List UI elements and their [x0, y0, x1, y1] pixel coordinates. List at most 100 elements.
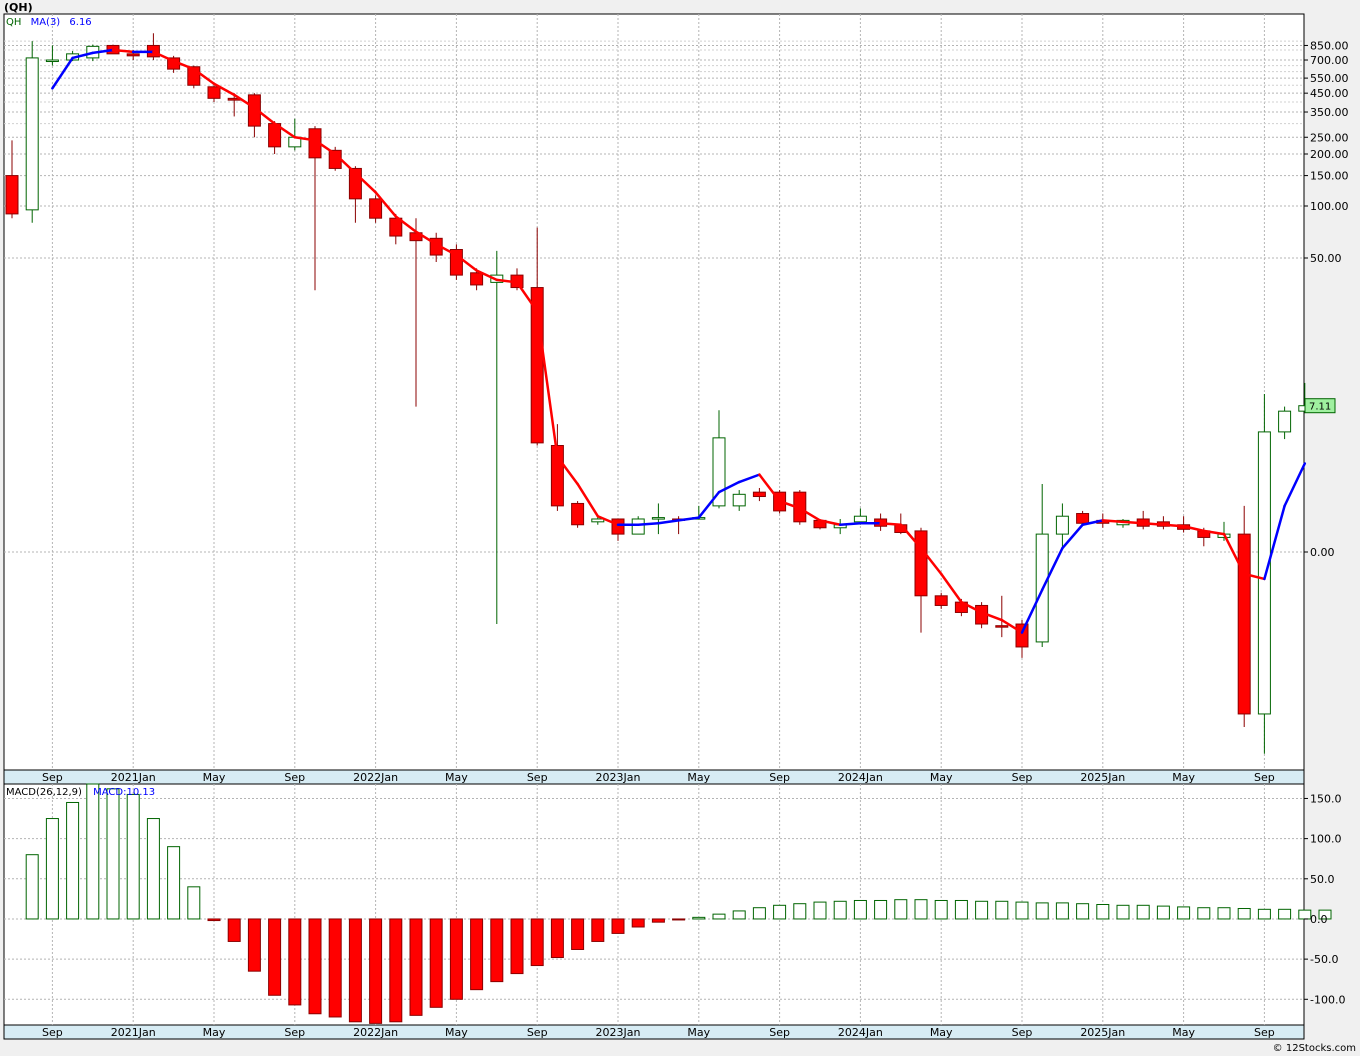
candle-down — [1237, 533, 1251, 715]
macd-bar-negative — [550, 918, 564, 959]
macd-bar-positive — [732, 910, 746, 920]
macd-bar-positive — [1055, 902, 1069, 920]
price-tick-label: 850.00 — [1310, 39, 1349, 52]
macd-bar-negative — [268, 918, 282, 996]
macd-bar-positive — [1298, 909, 1312, 920]
macd-bar-negative — [651, 918, 665, 923]
macd-bar-positive — [45, 818, 59, 920]
price-plot-background — [3, 13, 1305, 771]
x-tick-label-bottom: 2021Jan — [111, 1026, 156, 1039]
macd-bar-positive — [773, 904, 787, 920]
macd-bar-positive — [66, 801, 80, 920]
x-tick-label-top: Sep — [1254, 771, 1275, 784]
chart-canvas: 850.00 700.00 550.00 450.00 350.00 250.00 200.… — [3, 1, 1356, 1054]
macd-bar-positive — [934, 899, 948, 920]
macd-bar-positive — [1197, 907, 1211, 920]
macd-bar-positive — [954, 899, 968, 920]
candle-up — [1278, 410, 1292, 433]
x-tick-label-top: 2022Jan — [353, 771, 398, 784]
macd-tick-label: -100.0 — [1310, 993, 1345, 1006]
macd-bar-positive — [1177, 906, 1191, 920]
macd-bar-negative — [510, 918, 524, 975]
candle-down — [995, 625, 1009, 628]
macd-bar-positive — [106, 788, 120, 920]
ma-segment — [1141, 522, 1165, 527]
macd-bar-negative — [631, 918, 645, 928]
x-tick-label-top: May — [445, 771, 468, 784]
x-tick-label-bottom: 2024Jan — [838, 1026, 883, 1039]
price-tick-label: 350.00 — [1310, 106, 1349, 119]
price-tick-label: 700.00 — [1310, 54, 1349, 67]
x-tick-label-top: Sep — [1012, 771, 1033, 784]
price-tick-label: 550.00 — [1310, 72, 1349, 85]
macd-bar-positive — [752, 907, 766, 920]
macd-tick-label: -50.0 — [1310, 953, 1338, 966]
legend-ma-label: MA(3) — [31, 17, 61, 28]
x-tick-label-bottom: Sep — [769, 1026, 790, 1039]
macd-bar-negative — [348, 918, 362, 1023]
macd-bar-positive — [146, 818, 160, 920]
macd-bar-negative — [591, 918, 605, 942]
candle-down — [5, 175, 19, 215]
x-tick-label-bottom: May — [203, 1026, 226, 1039]
macd-bar-positive — [975, 900, 989, 920]
macd-bar-negative — [429, 918, 443, 1008]
last-price-box: 7.11 — [1304, 398, 1336, 414]
macd-legend-name: MACD(26,12,9) — [6, 787, 82, 798]
macd-bar-negative — [449, 918, 463, 1000]
macd-bar-negative — [389, 918, 403, 1023]
candle-down — [369, 198, 383, 219]
macd-bar-positive — [692, 916, 706, 920]
macd-bar-negative — [530, 918, 544, 967]
macd-tick-label: 150.0 — [1310, 792, 1342, 805]
x-tick-label-top: Sep — [527, 771, 548, 784]
price-tick-label: 150.00 — [1310, 170, 1349, 183]
candle-up — [853, 515, 867, 523]
macd-bar-positive — [86, 783, 100, 920]
price-tick-label: 50.00 — [1310, 252, 1342, 265]
x-tick-label-bottom: Sep — [284, 1026, 305, 1039]
ma-segment — [636, 522, 660, 527]
candle-down — [1076, 513, 1090, 524]
x-tick-label-top: Sep — [42, 771, 63, 784]
candle-down — [470, 272, 484, 286]
x-tick-label-top: Sep — [284, 771, 305, 784]
legend-ma-value: 6.16 — [69, 17, 91, 28]
candle-up — [591, 518, 605, 523]
ma-segment — [879, 522, 903, 527]
x-tick-label-top: Sep — [769, 771, 790, 784]
macd-bar-positive — [1116, 904, 1130, 920]
macd-bar-negative — [611, 918, 625, 934]
macd-bar-positive — [712, 913, 726, 920]
macd-bar-positive — [1278, 908, 1292, 920]
macd-bar-positive — [1076, 903, 1090, 920]
macd-legend-value: MACD:10.13 — [93, 787, 155, 798]
x-tick-label-bottom: May — [1172, 1026, 1195, 1039]
macd-bar-positive — [833, 900, 847, 920]
x-tick-label-bottom: 2023Jan — [596, 1026, 641, 1039]
x-tick-label-bottom: 2025Jan — [1080, 1026, 1125, 1039]
x-tick-label-bottom: Sep — [527, 1026, 548, 1039]
price-tick-label: 250.00 — [1310, 131, 1349, 144]
macd-bar-positive — [1015, 901, 1029, 920]
macd-bar-positive — [1096, 904, 1110, 920]
candle-down — [207, 86, 221, 99]
candle-up — [732, 493, 746, 507]
macd-bar-negative — [672, 918, 686, 921]
macd-bar-negative — [308, 918, 322, 1015]
x-tick-label-bottom: 2022Jan — [353, 1026, 398, 1039]
macd-tick-label: 0.0 — [1310, 913, 1328, 926]
x-tick-label-top: May — [203, 771, 226, 784]
price-tick-label: 0.00 — [1310, 546, 1335, 559]
x-tick-label-bottom: May — [930, 1026, 953, 1039]
ma-segment — [1101, 519, 1125, 524]
x-tick-label-bottom: Sep — [1254, 1026, 1275, 1039]
macd-bar-positive — [1035, 902, 1049, 920]
macd-bar-positive — [1156, 905, 1170, 920]
macd-bar-positive — [853, 899, 867, 920]
macd-bar-positive — [1237, 908, 1251, 920]
macd-bar-positive — [995, 900, 1009, 920]
macd-bar-negative — [207, 918, 221, 922]
x-tick-label-bottom: Sep — [1012, 1026, 1033, 1039]
last-price-label: 7.11 — [1309, 402, 1331, 413]
